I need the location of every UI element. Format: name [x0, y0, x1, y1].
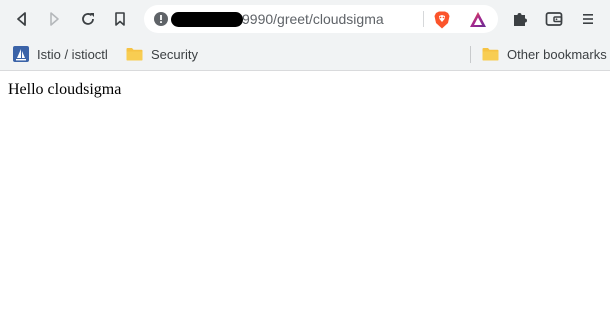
bookmark-label: Istio / istioctl	[37, 46, 108, 62]
other-bookmarks-label: Other bookmarks	[507, 46, 607, 62]
page-content: Hello cloudsigma	[0, 72, 610, 322]
bookmark-folder-security[interactable]: Security	[126, 43, 198, 65]
bookmarks-divider	[470, 46, 471, 63]
puzzle-piece-icon	[514, 13, 527, 26]
reload-button[interactable]	[74, 5, 102, 33]
reload-icon	[82, 13, 94, 25]
brave-shields-icon[interactable]	[432, 10, 452, 30]
greeting-text: Hello cloudsigma	[8, 81, 122, 98]
sail-favicon-icon	[13, 46, 29, 62]
redacted-host	[171, 12, 243, 27]
brave-rewards-icon[interactable]	[469, 11, 487, 28]
back-button[interactable]	[8, 5, 36, 33]
bookmark-label: Security	[151, 46, 198, 62]
url-text[interactable]: 9990/greet/cloudsigma	[242, 11, 384, 27]
info-icon[interactable]	[154, 12, 168, 26]
other-bookmarks-folder[interactable]: Other bookmarks	[482, 43, 607, 65]
bookmarks-bar: Istio / istioctl Security Other bookmark…	[0, 38, 610, 71]
browser-toolbar: 9990/greet/cloudsigma	[0, 0, 610, 38]
address-bar[interactable]: 9990/greet/cloudsigma	[144, 5, 498, 33]
forward-button[interactable]	[40, 5, 68, 33]
bookmark-icon	[115, 12, 125, 26]
back-arrow-icon	[17, 12, 26, 26]
folder-icon	[482, 48, 499, 61]
extensions-button[interactable]	[506, 5, 534, 33]
wallet-icon	[545, 12, 563, 26]
folder-icon	[126, 48, 143, 61]
bookmark-istioctl[interactable]: Istio / istioctl	[13, 43, 108, 65]
bookmark-page-button[interactable]	[106, 5, 134, 33]
omnibox-divider	[423, 11, 424, 27]
forward-arrow-icon	[50, 12, 59, 26]
wallet-button[interactable]	[540, 5, 568, 33]
main-menu-button[interactable]	[574, 5, 602, 33]
hamburger-menu-icon	[583, 14, 593, 24]
